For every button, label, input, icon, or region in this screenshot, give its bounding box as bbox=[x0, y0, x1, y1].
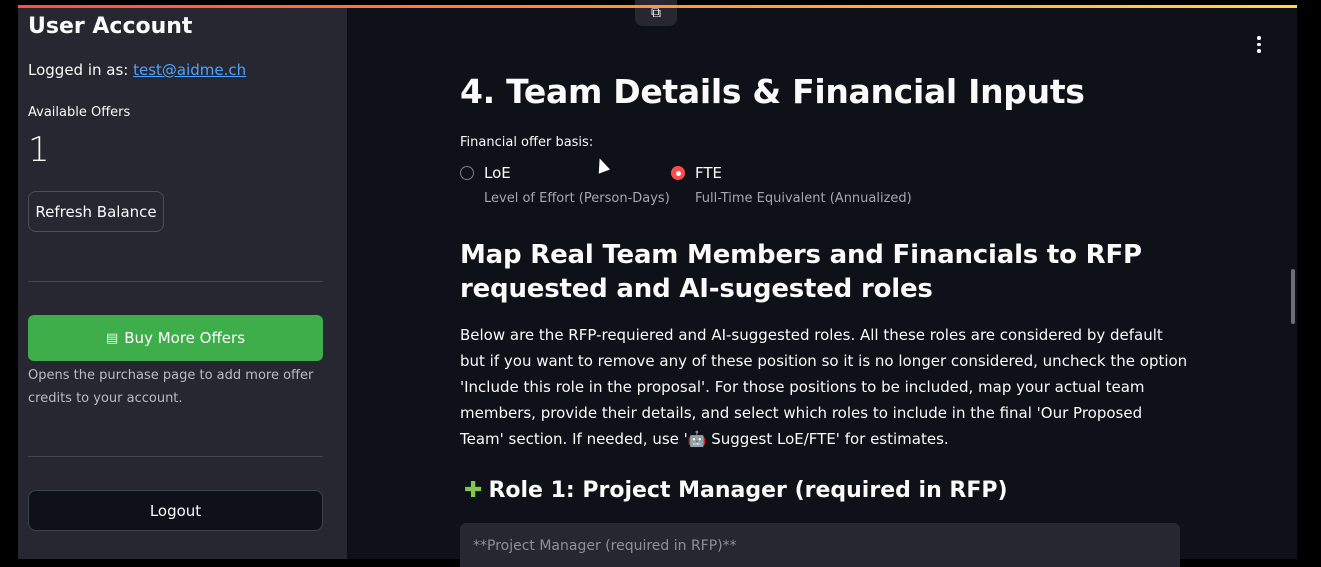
card-icon: ▤ bbox=[105, 330, 119, 346]
main-menu-icon[interactable] bbox=[1257, 36, 1261, 56]
buy-more-offers-label: Buy More Offers bbox=[124, 329, 246, 347]
role-1-name-field[interactable]: **Project Manager (required in RFP)** bbox=[460, 523, 1180, 567]
main-scrollbar[interactable] bbox=[1291, 269, 1295, 324]
page-title: 4. Team Details & Financial Inputs bbox=[460, 72, 1085, 111]
loe-radio[interactable] bbox=[460, 166, 474, 180]
buy-help-text: Opens the purchase page to add more offe… bbox=[28, 368, 314, 406]
available-offers-label: Available Offers bbox=[28, 105, 131, 120]
map-roles-heading: Map Real Team Members and Financials to … bbox=[460, 240, 1142, 304]
logged-in-text: Logged in as: test@aidme.ch bbox=[28, 61, 246, 79]
sidebar-divider bbox=[28, 456, 323, 457]
role-1-heading: ✚ Role 1: Project Manager (required in RF… bbox=[464, 478, 1008, 503]
loe-option-label[interactable]: LoE bbox=[484, 164, 511, 182]
user-email-link[interactable]: test@aidme.ch bbox=[133, 61, 246, 79]
top-decoration-bar bbox=[18, 5, 1297, 8]
window-frame-right bbox=[1297, 0, 1321, 559]
puzzle-icon: ✚ bbox=[464, 478, 483, 503]
fte-option-caption: Full-Time Equivalent (Annualized) bbox=[695, 191, 912, 206]
sidebar-title: User Account bbox=[28, 14, 193, 39]
sidebar-divider bbox=[28, 281, 323, 282]
fte-option-label[interactable]: FTE bbox=[695, 164, 722, 182]
window-frame-left bbox=[0, 0, 18, 559]
loe-option-caption: Level of Effort (Person-Days) bbox=[484, 191, 670, 206]
buy-more-offers-button[interactable]: ▤ Buy More Offers bbox=[28, 315, 323, 361]
main-content: ⧉ 4. Team Details & Financial Inputs Fin… bbox=[347, 0, 1297, 567]
refresh-balance-button[interactable]: Refresh Balance bbox=[28, 191, 164, 232]
sidebar: User Account Logged in as: test@aidme.ch… bbox=[18, 8, 347, 559]
fte-radio[interactable] bbox=[671, 166, 685, 180]
logout-button[interactable]: Logout bbox=[28, 490, 323, 531]
available-offers-value: 1 bbox=[28, 130, 50, 170]
mouse-cursor-icon bbox=[593, 156, 611, 174]
role-1-title: Role 1: Project Manager (required in RFP… bbox=[488, 478, 1008, 503]
fullscreen-toggle-icon[interactable]: ⧉ bbox=[635, 0, 677, 26]
financial-basis-label: Financial offer basis: bbox=[460, 135, 594, 150]
logged-in-label: Logged in as: bbox=[28, 61, 129, 79]
roles-description: Below are the RFP-requiered and AI-sugge… bbox=[460, 326, 1188, 448]
